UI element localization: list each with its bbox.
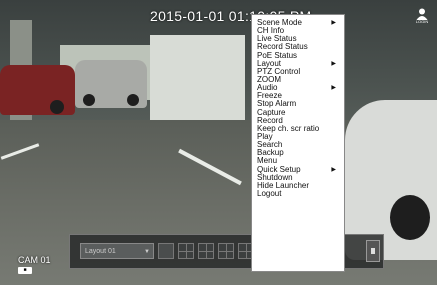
submenu-arrow-icon: ▶ xyxy=(331,20,336,26)
context-menu: Scene Mode ▶ CH Info Live Status Record S… xyxy=(251,14,345,272)
layout-grid-2-button[interactable] xyxy=(198,243,214,259)
submenu-arrow-icon: ▶ xyxy=(331,60,336,67)
chevron-down-icon: ▼ xyxy=(144,249,150,255)
login-button[interactable]: LOGIN xyxy=(412,8,432,28)
menu-item-logout[interactable]: Logout xyxy=(252,189,344,198)
layout-edit-button[interactable] xyxy=(158,243,174,259)
parked-car-silver xyxy=(75,60,147,108)
layout-select[interactable]: Layout 01 ▼ xyxy=(80,243,154,259)
parked-car-red xyxy=(0,65,75,115)
submenu-arrow-icon: ▶ xyxy=(331,166,336,173)
submenu-arrow-icon: ▶ xyxy=(331,85,336,92)
layout-select-value: Layout 01 xyxy=(85,248,116,255)
launcher-toggle-button[interactable] xyxy=(366,240,380,262)
login-label: LOGIN xyxy=(415,19,429,24)
camera-name: CAM 01 xyxy=(18,255,51,265)
garage-wall-center xyxy=(150,35,245,130)
layout-grid-3-button[interactable] xyxy=(218,243,234,259)
live-view-screen[interactable]: 2015-01-01 01:10:05 PM LOGIN CAM 01 ■ La… xyxy=(0,0,437,285)
camera-icon: ■ xyxy=(18,267,32,274)
layout-grid-1-button[interactable] xyxy=(178,243,194,259)
